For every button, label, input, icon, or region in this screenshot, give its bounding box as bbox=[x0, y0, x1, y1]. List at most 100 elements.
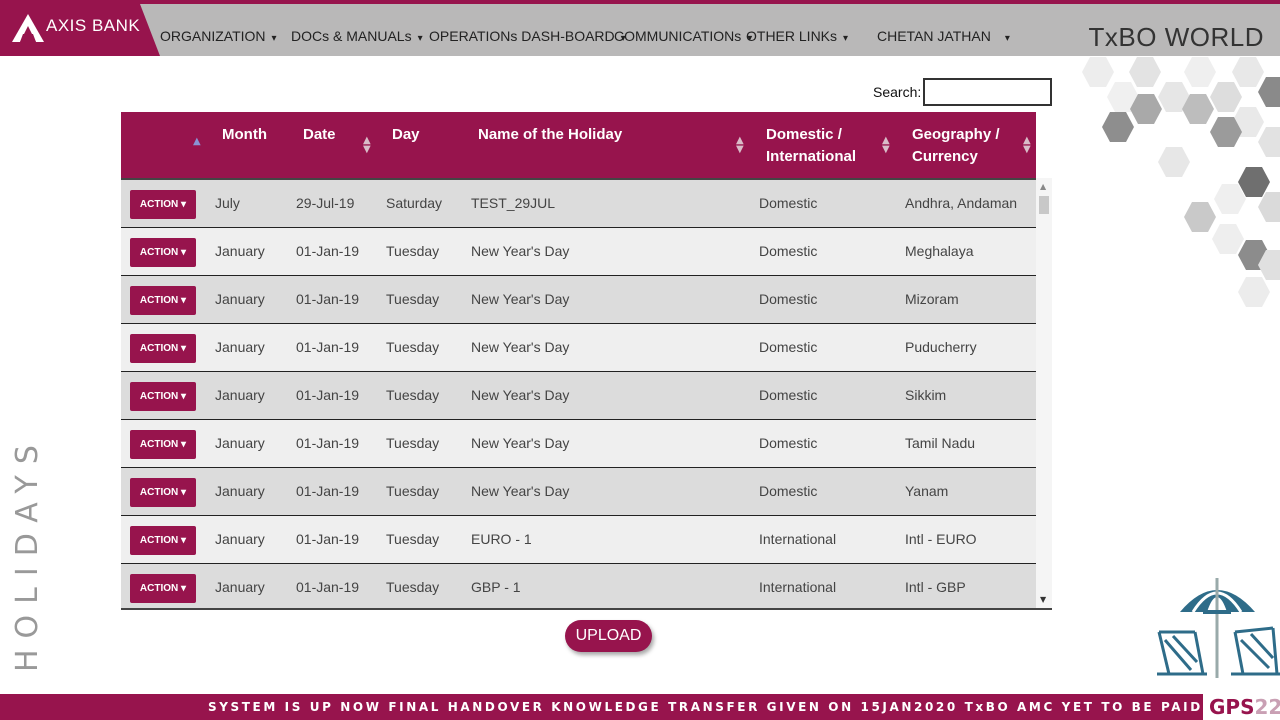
cell-holiday-name: New Year's Day bbox=[471, 243, 570, 259]
scroll-thumb[interactable] bbox=[1039, 196, 1049, 214]
cell-type: Domestic bbox=[759, 291, 818, 307]
cell-type: Domestic bbox=[759, 243, 818, 259]
cell-date: 01-Jan-19 bbox=[296, 483, 360, 499]
cell-month: January bbox=[215, 291, 265, 307]
column-header-domestic-international[interactable]: Domestic / International bbox=[766, 124, 856, 168]
cell-holiday-name: New Year's Day bbox=[471, 483, 570, 499]
column-header-holiday-name[interactable]: Name of the Holiday bbox=[478, 124, 622, 146]
cell-holiday-name: New Year's Day bbox=[471, 339, 570, 355]
action-button[interactable]: ACTION ▾ bbox=[130, 478, 196, 507]
cell-date: 01-Jan-19 bbox=[296, 435, 360, 451]
txbo-world-title: TxBO WORLD bbox=[1088, 22, 1264, 52]
cell-geography: Tamil Nadu bbox=[905, 435, 976, 451]
action-button[interactable]: ACTION ▾ bbox=[130, 190, 196, 219]
cell-type: Domestic bbox=[759, 387, 818, 403]
action-button[interactable]: ACTION ▾ bbox=[130, 526, 196, 555]
table-row: ACTION ▾ January 01-Jan-19 Tuesday New Y… bbox=[121, 420, 1036, 468]
table-bottom-border bbox=[121, 608, 1052, 610]
caret-down-icon: ▾ bbox=[181, 247, 187, 258]
column-header-date[interactable]: Date bbox=[303, 124, 336, 146]
cell-geography: Meghalaya bbox=[905, 243, 974, 259]
cell-day: Tuesday bbox=[386, 339, 440, 355]
cell-type: Domestic bbox=[759, 435, 818, 451]
cell-holiday-name: New Year's Day bbox=[471, 291, 570, 307]
nav-operations-dashboard[interactable]: OPERATIONs DASH-BOARD ▾ bbox=[429, 28, 626, 44]
scroll-down-icon[interactable]: ▼ bbox=[1040, 595, 1046, 604]
cell-day: Tuesday bbox=[386, 435, 440, 451]
sort-arrows-icon[interactable]: ▲ ▼ bbox=[882, 136, 890, 155]
cell-holiday-name: TEST_29JUL bbox=[471, 195, 556, 211]
cell-type: International bbox=[759, 579, 837, 595]
cell-geography: Mizoram bbox=[905, 291, 959, 307]
action-button[interactable]: ACTION ▾ bbox=[130, 334, 196, 363]
cell-day: Tuesday bbox=[386, 483, 440, 499]
column-header-geography-currency[interactable]: Geography / Currency bbox=[912, 124, 1000, 168]
brand-block[interactable]: AXIS BANK bbox=[0, 4, 160, 56]
cell-date: 29-Jul-19 bbox=[296, 195, 355, 211]
upload-button[interactable]: UPLOAD bbox=[565, 620, 652, 652]
scroll-up-icon[interactable]: ▲ bbox=[1040, 182, 1046, 191]
table-row: ACTION ▾ January 01-Jan-19 Tuesday New Y… bbox=[121, 276, 1036, 324]
holidays-table: ▲ Month Date ▲ ▼ Day Name of the Holiday … bbox=[121, 112, 1052, 610]
sort-asc-icon[interactable]: ▲ bbox=[193, 136, 201, 147]
action-button[interactable]: ACTION ▾ bbox=[130, 238, 196, 267]
nav-docs-manuals[interactable]: DOCs & MANUALs ▾ bbox=[291, 28, 423, 44]
cell-geography: Intl - EURO bbox=[905, 531, 977, 547]
cell-day: Tuesday bbox=[386, 243, 440, 259]
action-button[interactable]: ACTION ▾ bbox=[130, 382, 196, 411]
cell-month: January bbox=[215, 387, 265, 403]
table-header: ▲ Month Date ▲ ▼ Day Name of the Holiday … bbox=[121, 112, 1036, 178]
nav-other-links[interactable]: OTHER LINKs ▾ bbox=[746, 28, 848, 44]
caret-down-icon: ▾ bbox=[181, 583, 187, 594]
sort-arrows-icon[interactable]: ▲ ▼ bbox=[736, 136, 744, 155]
cell-geography: Andhra, Andaman bbox=[905, 195, 1018, 211]
action-button[interactable]: ACTION ▾ bbox=[130, 430, 196, 459]
cell-month: January bbox=[215, 579, 265, 595]
cell-type: International bbox=[759, 531, 837, 547]
caret-down-icon: ▾ bbox=[181, 535, 187, 546]
cell-month: January bbox=[215, 243, 265, 259]
table-scrollbar[interactable]: ▲ ▼ bbox=[1036, 178, 1052, 608]
cell-date: 01-Jan-19 bbox=[296, 243, 360, 259]
caret-down-icon: ▾ bbox=[843, 33, 849, 44]
nav-communications[interactable]: COMMUNICATIONs ▾ bbox=[614, 28, 752, 44]
search-input[interactable] bbox=[923, 78, 1052, 106]
sort-arrows-icon[interactable]: ▲ ▼ bbox=[1023, 136, 1031, 155]
table-row: ACTION ▾ January 01-Jan-19 Tuesday New Y… bbox=[121, 228, 1036, 276]
cell-date: 01-Jan-19 bbox=[296, 387, 360, 403]
table-row: ACTION ▾ January 01-Jan-19 Tuesday New Y… bbox=[121, 324, 1036, 372]
cell-day: Tuesday bbox=[386, 531, 440, 547]
caret-down-icon: ▾ bbox=[181, 295, 187, 306]
cell-date: 01-Jan-19 bbox=[296, 531, 360, 547]
cell-geography: Intl - GBP bbox=[905, 579, 966, 595]
caret-down-icon: ▾ bbox=[1004, 33, 1010, 44]
cell-month: July bbox=[215, 195, 240, 211]
cell-day: Tuesday bbox=[386, 387, 440, 403]
cell-day: Saturday bbox=[386, 195, 443, 211]
cell-type: Domestic bbox=[759, 483, 818, 499]
table-row: ACTION ▾ January 01-Jan-19 Tuesday New Y… bbox=[121, 468, 1036, 516]
table-row: ACTION ▾ January 01-Jan-19 Tuesday New Y… bbox=[121, 372, 1036, 420]
action-button[interactable]: ACTION ▾ bbox=[130, 286, 196, 315]
cell-month: January bbox=[215, 483, 265, 499]
footer-marquee: SYSTEM IS UP NOW FINAL HANDOVER KNOWLEDG… bbox=[208, 700, 1203, 714]
cell-month: January bbox=[215, 339, 265, 355]
nav-user-menu[interactable]: CHETAN JATHAN ▾ bbox=[877, 28, 1010, 44]
cell-month: January bbox=[215, 435, 265, 451]
footer-bar: SYSTEM IS UP NOW FINAL HANDOVER KNOWLEDG… bbox=[0, 694, 1280, 720]
cell-date: 01-Jan-19 bbox=[296, 579, 360, 595]
brand-name: AXIS BANK bbox=[46, 16, 141, 35]
cell-type: Domestic bbox=[759, 195, 818, 211]
column-header-day[interactable]: Day bbox=[392, 124, 420, 146]
column-header-month[interactable]: Month bbox=[222, 124, 267, 146]
sort-arrows-icon[interactable]: ▲ ▼ bbox=[363, 136, 371, 155]
decorative-hexagon-pattern bbox=[1082, 57, 1280, 307]
table-row: ACTION ▾ January 01-Jan-19 Tuesday GBP -… bbox=[121, 564, 1036, 610]
cell-holiday-name: New Year's Day bbox=[471, 387, 570, 403]
cell-month: January bbox=[215, 531, 265, 547]
cell-geography: Yanam bbox=[905, 483, 949, 499]
page-title-vertical: HOLIDAYS bbox=[10, 434, 45, 672]
action-button[interactable]: ACTION ▾ bbox=[130, 574, 196, 603]
caret-down-icon: ▾ bbox=[181, 199, 187, 210]
nav-organization[interactable]: ORGANIZATION ▾ bbox=[160, 28, 277, 44]
